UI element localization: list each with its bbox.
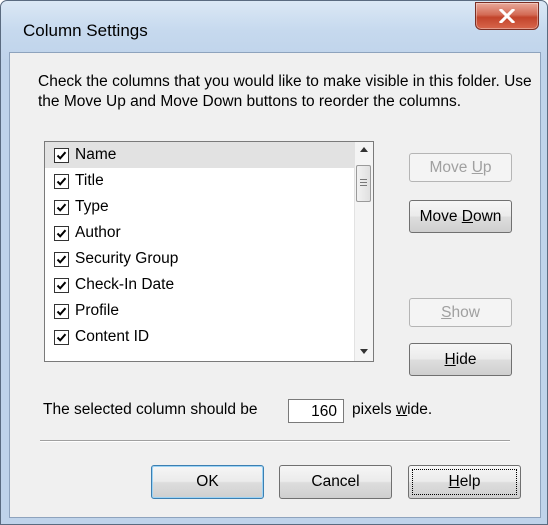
dialog-body: Check the columns that you would like to… — [9, 52, 541, 518]
hide-button[interactable]: Hide — [409, 343, 512, 376]
list-item[interactable]: Title — [45, 168, 355, 194]
cancel-button[interactable]: Cancel — [279, 465, 392, 499]
column-checkbox[interactable] — [54, 225, 69, 241]
column-width-input[interactable] — [288, 399, 344, 423]
list-item[interactable]: Author — [45, 220, 355, 246]
show-button[interactable]: Show — [409, 298, 512, 327]
column-checkbox[interactable] — [54, 303, 69, 319]
hide-label: Hide — [444, 350, 477, 368]
close-button[interactable] — [475, 2, 539, 30]
column-width-label: The selected column should be — [43, 401, 258, 418]
separator-line — [40, 440, 510, 442]
list-item[interactable]: Name — [45, 142, 355, 168]
checkmark-icon — [56, 203, 67, 212]
ok-label: OK — [196, 473, 219, 490]
column-checkbox[interactable] — [54, 147, 69, 163]
list-item[interactable]: Security Group — [45, 246, 355, 272]
column-label: Type — [75, 198, 109, 215]
list-item[interactable]: Profile — [45, 298, 355, 324]
column-settings-dialog: Column Settings Check the columns that y… — [0, 0, 548, 525]
column-checkbox[interactable] — [54, 329, 69, 345]
vertical-scrollbar[interactable] — [354, 142, 373, 361]
scroll-thumb[interactable] — [356, 165, 371, 202]
column-label: Content ID — [75, 328, 150, 345]
move-down-button[interactable]: Move Down — [409, 200, 512, 233]
triangle-down-icon — [360, 349, 368, 354]
checkmark-icon — [56, 333, 67, 342]
move-down-label: Move Down — [419, 207, 502, 225]
column-width-suffix: pixels wide. — [352, 401, 433, 418]
help-label: Help — [448, 473, 481, 490]
window-title: Column Settings — [23, 21, 148, 40]
cancel-label: Cancel — [311, 473, 360, 490]
column-checkbox[interactable] — [54, 199, 69, 215]
list-item[interactable]: Content ID — [45, 324, 355, 350]
scroll-up-button[interactable] — [355, 142, 373, 159]
column-label: Check-In Date — [75, 276, 175, 293]
help-button[interactable]: Help — [408, 465, 521, 499]
columns-listbox[interactable]: Name Title Type Author Security Group Check-I… — [44, 141, 374, 362]
checkmark-icon — [56, 151, 67, 160]
columns-list: Name Title Type Author Security Group Check-I… — [45, 142, 355, 350]
show-label: Show — [441, 303, 480, 321]
column-checkbox[interactable] — [54, 251, 69, 267]
checkmark-icon — [56, 307, 67, 316]
checkmark-icon — [56, 229, 67, 238]
move-up-label: Move Up — [429, 158, 492, 176]
column-label: Profile — [75, 302, 119, 319]
triangle-up-icon — [360, 147, 368, 152]
column-label: Security Group — [75, 250, 179, 267]
list-item[interactable]: Type — [45, 194, 355, 220]
instructions-text: Check the columns that you would like to… — [38, 73, 532, 110]
column-label: Author — [75, 224, 121, 241]
scroll-down-button[interactable] — [355, 344, 373, 361]
column-checkbox[interactable] — [54, 277, 69, 293]
column-label: Name — [75, 146, 117, 163]
ok-button[interactable]: OK — [151, 465, 264, 499]
checkmark-icon — [56, 255, 67, 264]
move-up-button[interactable]: Move Up — [409, 153, 512, 182]
list-item[interactable]: Check-In Date — [45, 272, 355, 298]
column-label: Title — [75, 172, 104, 189]
column-checkbox[interactable] — [54, 173, 69, 189]
checkmark-icon — [56, 281, 67, 290]
checkmark-icon — [56, 177, 67, 186]
close-x-icon — [499, 9, 515, 23]
